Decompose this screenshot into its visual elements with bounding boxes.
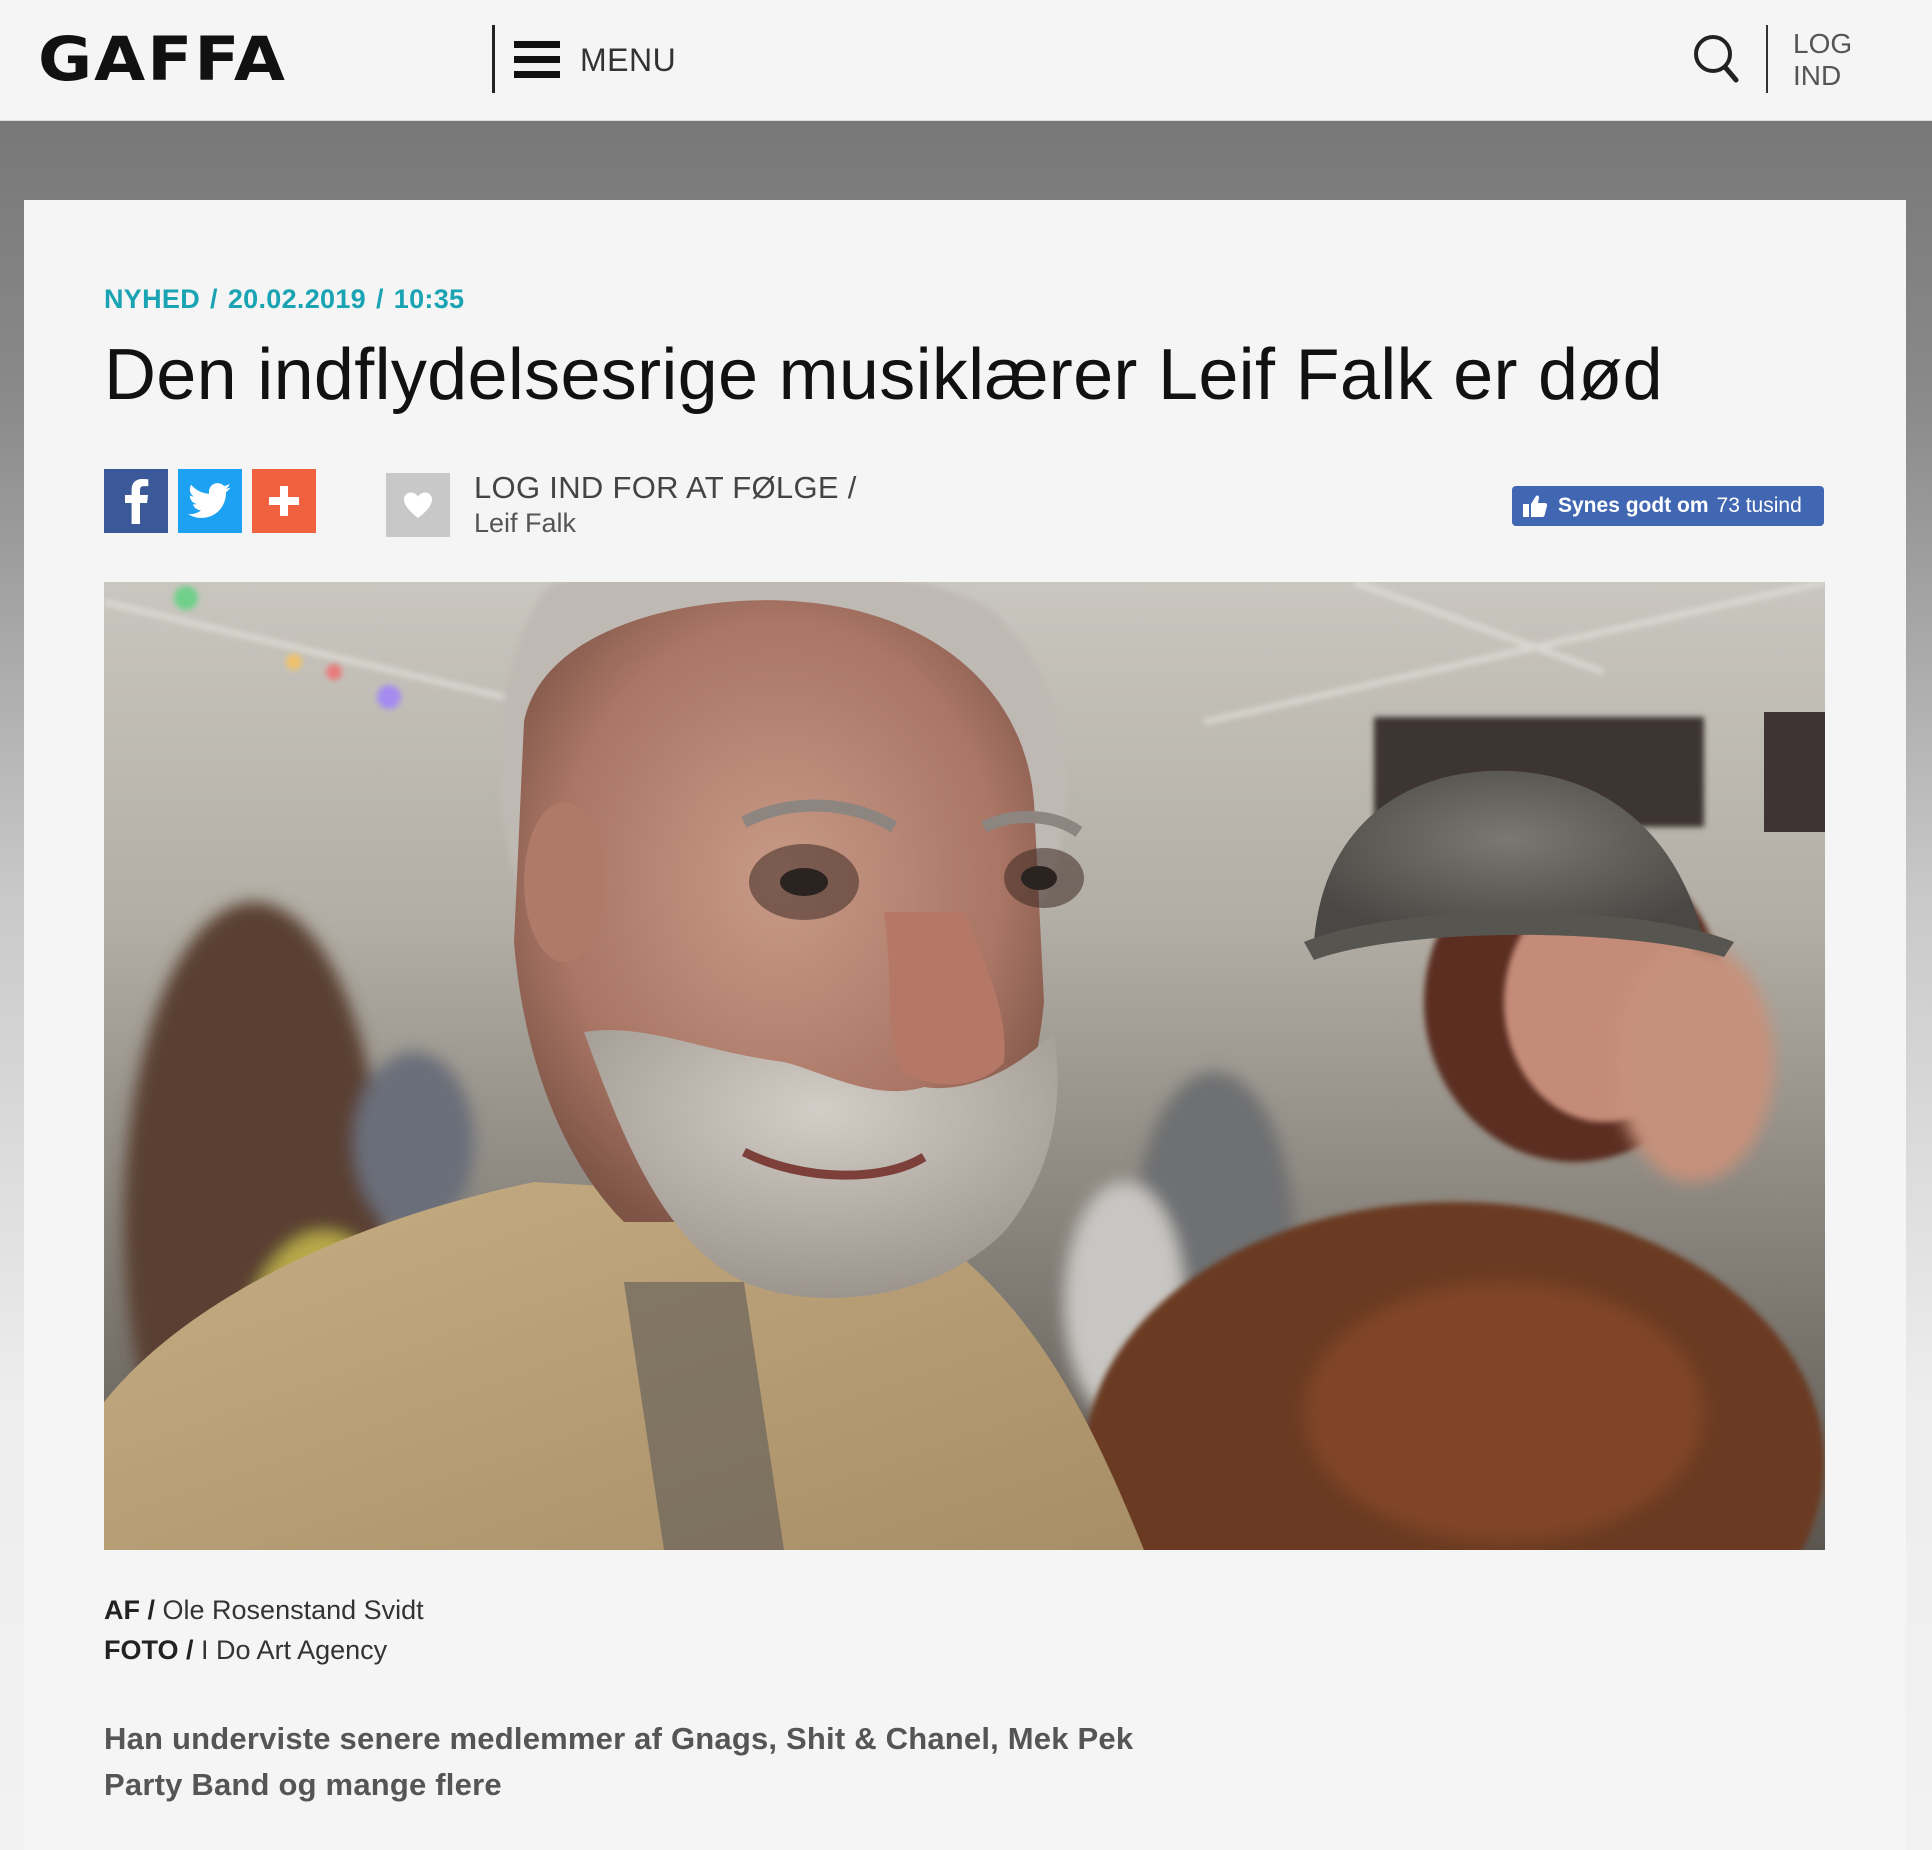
facebook-icon [125,479,149,524]
plus-icon [269,486,299,516]
search-icon[interactable] [1690,30,1746,90]
article-lead: Han underviste senere medlemmer af Gnags… [104,1721,1134,1802]
share-buttons [104,469,316,533]
facebook-share-button[interactable] [104,469,168,533]
facebook-like-button[interactable]: Synes godt om 73 tusind [1512,486,1824,526]
photo-label: FOTO [104,1635,179,1665]
article-credits: AF / Ole Rosenstand Svidt FOTO / I Do Ar… [104,1590,424,1670]
gaffa-logo[interactable]: GAFFA [38,26,287,93]
photographer-name: I Do Art Agency [201,1635,388,1665]
follow-subject[interactable]: Leif Falk [474,506,857,540]
like-label: Synes godt om [1558,494,1709,517]
follow-button[interactable] [386,473,450,537]
twitter-share-button[interactable] [178,469,242,533]
menu-button[interactable]: MENU [514,36,676,84]
twitter-icon [188,483,231,518]
more-share-button[interactable] [252,469,316,533]
hamburger-icon [514,41,560,79]
heart-icon [404,492,432,518]
menu-label: MENU [580,41,677,78]
hero-photo [104,582,1825,1550]
thumbs-up-icon [1523,495,1548,517]
article-card: NYHED / 20.02.2019 / 10:35 Den indflydelsesr… [24,200,1906,1850]
follow-text: LOG IND FOR AT FØLGE / Leif Falk [474,470,857,540]
article-meta: NYHED / 20.02.2019 / 10:35 [104,284,464,315]
login-button[interactable]: LOG IND [1793,28,1852,92]
header-divider [1766,25,1768,93]
author-line: AF / Ole Rosenstand Svidt [104,1595,424,1625]
login-line-1: LOG [1793,28,1853,59]
category-link[interactable]: NYHED [104,284,200,314]
article-hero-image [104,582,1825,1550]
menu-divider [492,25,495,93]
photo-line: FOTO / I Do Art Agency [104,1635,388,1665]
login-line-2: IND [1793,60,1842,91]
article-time: 10:35 [393,284,465,314]
meta-separator: / [375,284,384,314]
author-label: AF [104,1595,140,1625]
meta-separator: / [210,284,218,314]
follow-login-link[interactable]: LOG IND FOR AT FØLGE / [474,470,857,506]
like-count: 73 tusind [1716,494,1802,517]
article-date: 20.02.2019 [227,284,366,314]
site-header: GAFFA MENU LOG IND [0,0,1932,121]
article-title: Den indflydelsesrige musiklærer Leif Fal… [104,335,1663,415]
author-name[interactable]: Ole Rosenstand Svidt [163,1595,424,1625]
